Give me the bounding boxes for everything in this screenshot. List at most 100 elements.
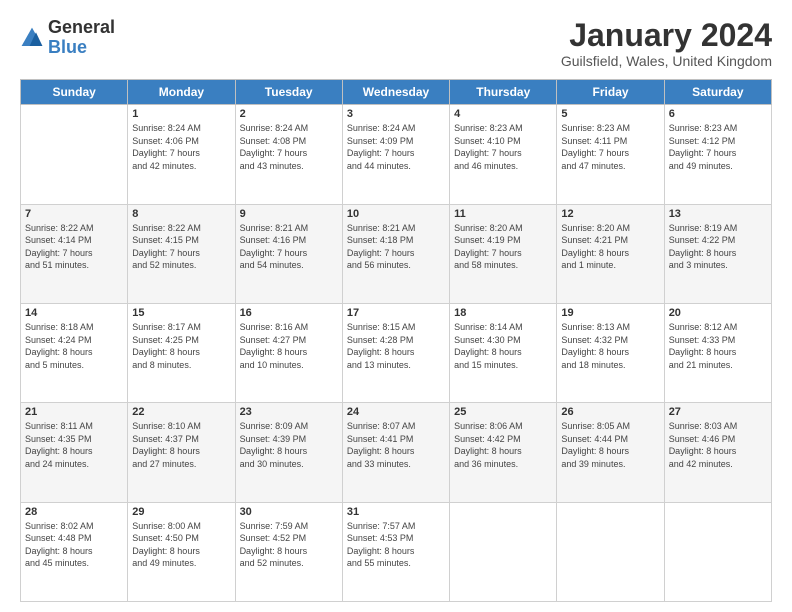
logo-general: General	[48, 17, 115, 37]
calendar-day-cell: 14 Sunrise: 8:18 AM Sunset: 4:24 PM Dayli…	[21, 303, 128, 402]
day-info: Sunrise: 8:05 AM Sunset: 4:44 PM Dayligh…	[561, 420, 659, 470]
calendar-day-cell: 16Sunrise: 8:16 AM Sunset: 4:27 PM Dayli…	[235, 303, 342, 402]
day-number: 2	[240, 108, 338, 120]
day-info: Sunrise: 8:02 AM Sunset: 4:48 PM Dayligh…	[25, 520, 123, 570]
calendar-day-cell: 7Sunrise: 8:22 AM Sunset: 4:14 PM Daylig…	[21, 204, 128, 303]
day-info: Sunrise: 8:23 AM Sunset: 4:10 PM Dayligh…	[454, 122, 552, 172]
day-number: 11	[454, 208, 552, 220]
day-number: 29	[132, 506, 230, 518]
day-info: Sunrise: 8:12 AM Sunset: 4:33 PM Dayligh…	[669, 321, 767, 371]
calendar-day-cell	[21, 105, 128, 204]
day-number: 22	[132, 406, 230, 418]
calendar-day-cell: 29 Sunrise: 8:00 AM Sunset: 4:50 PM Dayli…	[128, 502, 235, 601]
day-info: Sunrise: 8:14 AM Sunset: 4:30 PM Dayligh…	[454, 321, 552, 371]
logo-text: General Blue	[48, 18, 115, 58]
calendar-day-cell: 18 Sunrise: 8:14 AM Sunset: 4:30 PM Dayli…	[450, 303, 557, 402]
day-info: Sunrise: 7:59 AM Sunset: 4:52 PM Dayligh…	[240, 520, 338, 570]
day-number: 25	[454, 406, 552, 418]
day-info: Sunrise: 8:21 AM Sunset: 4:16 PM Dayligh…	[240, 222, 338, 272]
day-info: Sunrise: 8:15 AM Sunset: 4:28 PM Dayligh…	[347, 321, 445, 371]
day-number: 9	[240, 208, 338, 220]
day-number: 6	[669, 108, 767, 120]
day-number: 30	[240, 506, 338, 518]
day-number: 13	[669, 208, 767, 220]
calendar-day-cell: 10 Sunrise: 8:21 AM Sunset: 4:18 PM Dayli…	[342, 204, 449, 303]
calendar-day-cell: 27Sunrise: 8:03 AM Sunset: 4:46 PM Dayli…	[664, 403, 771, 502]
day-number: 14	[25, 307, 123, 319]
calendar-header-cell: Sunday	[21, 80, 128, 105]
calendar-day-cell: 17 Sunrise: 8:15 AM Sunset: 4:28 PM Dayli…	[342, 303, 449, 402]
calendar-day-cell: 4Sunrise: 8:23 AM Sunset: 4:10 PM Daylig…	[450, 105, 557, 204]
day-info: Sunrise: 8:09 AM Sunset: 4:39 PM Dayligh…	[240, 420, 338, 470]
day-info: Sunrise: 8:24 AM Sunset: 4:08 PM Dayligh…	[240, 122, 338, 172]
calendar-day-cell: 24 Sunrise: 8:07 AM Sunset: 4:41 PM Dayli…	[342, 403, 449, 502]
calendar-week-row: 1Sunrise: 8:24 AM Sunset: 4:06 PM Daylig…	[21, 105, 772, 204]
day-number: 17	[347, 307, 445, 319]
day-info: Sunrise: 8:10 AM Sunset: 4:37 PM Dayligh…	[132, 420, 230, 470]
day-number: 28	[25, 506, 123, 518]
calendar-day-cell: 25Sunrise: 8:06 AM Sunset: 4:42 PM Dayli…	[450, 403, 557, 502]
header: General Blue January 2024 Guilsfield, Wa…	[20, 18, 772, 69]
day-info: Sunrise: 8:13 AM Sunset: 4:32 PM Dayligh…	[561, 321, 659, 371]
day-number: 10	[347, 208, 445, 220]
logo-icon	[20, 26, 44, 50]
calendar-week-row: 7Sunrise: 8:22 AM Sunset: 4:14 PM Daylig…	[21, 204, 772, 303]
day-info: Sunrise: 8:18 AM Sunset: 4:24 PM Dayligh…	[25, 321, 123, 371]
calendar-day-cell: 1Sunrise: 8:24 AM Sunset: 4:06 PM Daylig…	[128, 105, 235, 204]
calendar-table: SundayMondayTuesdayWednesdayThursdayFrid…	[20, 79, 772, 602]
calendar-day-cell: 3 Sunrise: 8:24 AM Sunset: 4:09 PM Daylig…	[342, 105, 449, 204]
day-info: Sunrise: 8:17 AM Sunset: 4:25 PM Dayligh…	[132, 321, 230, 371]
day-info: Sunrise: 8:22 AM Sunset: 4:14 PM Dayligh…	[25, 222, 123, 272]
calendar-header-row: SundayMondayTuesdayWednesdayThursdayFrid…	[21, 80, 772, 105]
day-number: 24	[347, 406, 445, 418]
day-number: 26	[561, 406, 659, 418]
day-info: Sunrise: 8:23 AM Sunset: 4:12 PM Dayligh…	[669, 122, 767, 172]
day-info: Sunrise: 8:22 AM Sunset: 4:15 PM Dayligh…	[132, 222, 230, 272]
day-info: Sunrise: 8:20 AM Sunset: 4:19 PM Dayligh…	[454, 222, 552, 272]
day-info: Sunrise: 7:57 AM Sunset: 4:53 PM Dayligh…	[347, 520, 445, 570]
day-number: 8	[132, 208, 230, 220]
day-number: 31	[347, 506, 445, 518]
day-info: Sunrise: 8:16 AM Sunset: 4:27 PM Dayligh…	[240, 321, 338, 371]
location: Guilsfield, Wales, United Kingdom	[561, 53, 772, 69]
day-info: Sunrise: 8:21 AM Sunset: 4:18 PM Dayligh…	[347, 222, 445, 272]
day-info: Sunrise: 8:20 AM Sunset: 4:21 PM Dayligh…	[561, 222, 659, 272]
calendar-header-cell: Friday	[557, 80, 664, 105]
calendar-day-cell: 6 Sunrise: 8:23 AM Sunset: 4:12 PM Daylig…	[664, 105, 771, 204]
calendar-day-cell	[450, 502, 557, 601]
day-number: 27	[669, 406, 767, 418]
calendar-day-cell: 22 Sunrise: 8:10 AM Sunset: 4:37 PM Dayli…	[128, 403, 235, 502]
calendar-day-cell: 12Sunrise: 8:20 AM Sunset: 4:21 PM Dayli…	[557, 204, 664, 303]
calendar-day-cell: 19Sunrise: 8:13 AM Sunset: 4:32 PM Dayli…	[557, 303, 664, 402]
day-number: 5	[561, 108, 659, 120]
month-title: January 2024	[561, 18, 772, 53]
calendar-header-cell: Saturday	[664, 80, 771, 105]
calendar-day-cell: 30 Sunrise: 7:59 AM Sunset: 4:52 PM Dayli…	[235, 502, 342, 601]
day-number: 1	[132, 108, 230, 120]
calendar-day-cell: 15Sunrise: 8:17 AM Sunset: 4:25 PM Dayli…	[128, 303, 235, 402]
day-info: Sunrise: 8:23 AM Sunset: 4:11 PM Dayligh…	[561, 122, 659, 172]
calendar-week-row: 21Sunrise: 8:11 AM Sunset: 4:35 PM Dayli…	[21, 403, 772, 502]
day-info: Sunrise: 8:07 AM Sunset: 4:41 PM Dayligh…	[347, 420, 445, 470]
calendar-day-cell: 31 Sunrise: 7:57 AM Sunset: 4:53 PM Dayli…	[342, 502, 449, 601]
page: General Blue January 2024 Guilsfield, Wa…	[0, 0, 792, 612]
calendar-day-cell: 26 Sunrise: 8:05 AM Sunset: 4:44 PM Dayli…	[557, 403, 664, 502]
day-info: Sunrise: 8:24 AM Sunset: 4:09 PM Dayligh…	[347, 122, 445, 172]
calendar-header-cell: Monday	[128, 80, 235, 105]
calendar-day-cell: 21Sunrise: 8:11 AM Sunset: 4:35 PM Dayli…	[21, 403, 128, 502]
calendar-day-cell	[664, 502, 771, 601]
calendar-day-cell: 8 Sunrise: 8:22 AM Sunset: 4:15 PM Daylig…	[128, 204, 235, 303]
day-number: 3	[347, 108, 445, 120]
day-number: 23	[240, 406, 338, 418]
calendar-day-cell: 5 Sunrise: 8:23 AM Sunset: 4:11 PM Daylig…	[557, 105, 664, 204]
logo-blue: Blue	[48, 37, 87, 57]
day-info: Sunrise: 8:19 AM Sunset: 4:22 PM Dayligh…	[669, 222, 767, 272]
calendar-day-cell: 20Sunrise: 8:12 AM Sunset: 4:33 PM Dayli…	[664, 303, 771, 402]
calendar-week-row: 28 Sunrise: 8:02 AM Sunset: 4:48 PM Dayli…	[21, 502, 772, 601]
calendar-day-cell: 11 Sunrise: 8:20 AM Sunset: 4:19 PM Dayli…	[450, 204, 557, 303]
day-number: 18	[454, 307, 552, 319]
calendar-body: 1Sunrise: 8:24 AM Sunset: 4:06 PM Daylig…	[21, 105, 772, 602]
calendar-header-cell: Tuesday	[235, 80, 342, 105]
day-info: Sunrise: 8:00 AM Sunset: 4:50 PM Dayligh…	[132, 520, 230, 570]
calendar-week-row: 14 Sunrise: 8:18 AM Sunset: 4:24 PM Dayli…	[21, 303, 772, 402]
